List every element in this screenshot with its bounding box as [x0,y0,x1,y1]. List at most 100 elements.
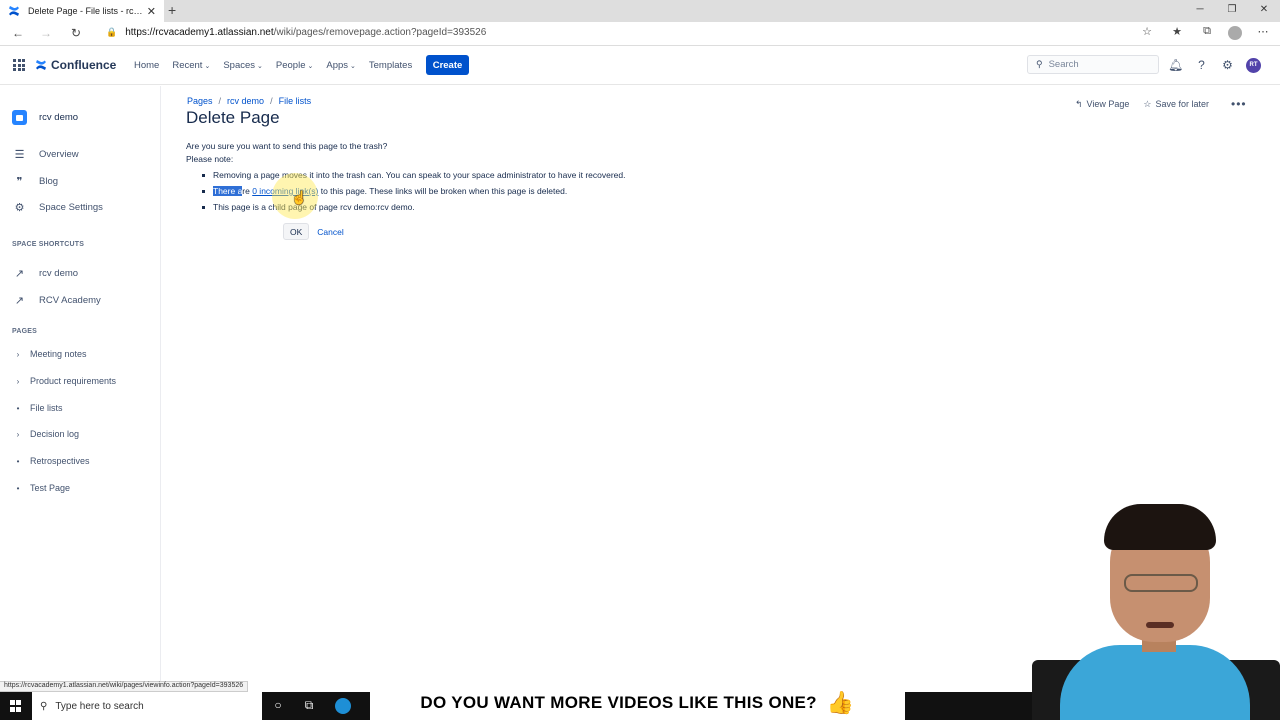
url-host: https://rcvacademy1.atlassian.net [125,27,274,38]
breadcrumb-parent[interactable]: File lists [279,96,312,106]
note-label: Please note: [186,154,234,164]
lock-icon: 🔒 [106,27,118,37]
cancel-link[interactable]: Cancel [317,227,343,237]
sidebar-item-blog[interactable]: ❞ Blog [12,175,58,188]
chevron-right-icon[interactable]: › [15,350,21,359]
windows-start-icon[interactable] [10,700,22,712]
create-button[interactable]: Create [426,55,469,75]
page-tree-item[interactable]: › Meeting notes [15,349,87,359]
user-avatar[interactable]: RT [1246,58,1261,73]
taskbar-search-input[interactable]: ⚲ Type here to search [32,692,262,720]
star-outline-icon: ☆ [1143,98,1152,109]
search-icon: ⚲ [40,700,48,712]
page-tree-item[interactable]: › Decision log [15,429,79,439]
page-tree-item[interactable]: • Retrospectives [15,456,90,466]
close-tab-icon[interactable]: ✕ [147,5,156,18]
product-name: Confluence [51,58,117,72]
app-switcher-icon[interactable] [13,59,25,71]
page-tree-item[interactable]: › Product requirements [15,376,116,386]
confluence-header: Confluence Home Recent ⌄ Spaces ⌄ People ⌄ … [0,47,1280,85]
nav-templates[interactable]: Templates [369,60,412,71]
chevron-right-icon[interactable]: › [15,377,21,386]
new-tab-icon[interactable]: + [168,2,176,18]
presenter-webcam [1030,500,1280,720]
search-input[interactable]: ⚲ Search [1027,55,1159,74]
forward-arrow-icon[interactable]: → [40,26,52,40]
nav-home[interactable]: Home [134,60,159,71]
more-options-icon[interactable]: ⋯ [1254,25,1272,40]
bullet-icon: • [16,483,20,493]
external-link-icon: ↗ [14,295,25,307]
browser-tab-bar: Delete Page - File lists - rcv dem ✕ + ─… [0,0,1280,22]
gear-icon: ⚙ [14,202,25,214]
space-sidebar: rcv demo ☰ Overview ❞ Blog ⚙ Space Setti… [0,86,161,692]
page-actions: ↰ View Page ☆ Save for later ••• [1075,97,1247,111]
confluence-favicon-icon [8,5,20,17]
page-tree-item[interactable]: • Test Page [15,483,70,493]
sidebar-item-overview[interactable]: ☰ Overview [12,148,79,161]
collections-icon[interactable]: ⧉ [1198,25,1216,40]
breadcrumb-pages[interactable]: Pages [187,96,213,106]
url-path: /wiki/pages/removepage.action?pageId=393… [273,27,487,38]
bullet-icon: • [16,403,20,413]
refresh-icon[interactable]: ↻ [71,26,81,40]
confluence-logo[interactable]: Confluence [35,58,116,72]
close-window-icon[interactable]: ✕ [1248,0,1280,22]
chevron-down-icon: ⌄ [307,63,314,70]
browser-toolbar-icons: ☆ ★ ⧉ ⋯ [1138,25,1272,40]
space-title[interactable]: rcv demo [12,110,78,125]
header-icons: 🔔︎ ? ⚙ RT [1168,58,1261,73]
menu-lines-icon: ☰ [14,149,25,161]
confirm-question: Are you sure you want to send this page … [186,141,388,151]
note-item-trash: Removing a page moves it into the trash … [186,169,625,182]
page-tree-item[interactable]: • File lists [15,403,63,413]
status-url-bar: https://rcvacademy1.atlassian.net/wiki/p… [0,681,249,692]
note-list: Removing a page moves it into the trash … [186,169,625,214]
url-field[interactable]: 🔒 https://rcvacademy1.atlassian.net/wiki… [106,27,486,38]
browser-tab-title: Delete Page - File lists - rcv dem [28,6,143,16]
settings-gear-icon[interactable]: ⚙ [1220,58,1235,73]
nav-people[interactable]: People ⌄ [276,60,313,71]
delete-confirmation: Are you sure you want to send this page … [186,140,625,214]
view-page-link[interactable]: ↰ View Page [1075,99,1129,110]
confluence-logo-icon [36,60,46,70]
nav-spaces[interactable]: Spaces ⌄ [223,60,263,71]
breadcrumb-space[interactable]: rcv demo [227,96,264,106]
ok-button[interactable]: OK [283,223,310,240]
search-icon: ⚲ [1036,59,1043,69]
quote-icon: ❞ [16,176,23,188]
nav-apps[interactable]: Apps ⌄ [326,60,356,71]
top-navigation: Home Recent ⌄ Spaces ⌄ People ⌄ Apps ⌄ Templ… [134,60,425,71]
space-icon [12,110,27,125]
nav-recent[interactable]: Recent ⌄ [172,60,210,71]
favorite-star-icon[interactable]: ☆ [1138,25,1156,40]
chevron-right-icon[interactable]: › [15,430,21,439]
cortana-icon[interactable]: ○ [270,698,286,712]
more-actions-icon[interactable]: ••• [1231,97,1247,111]
bullet-icon: • [16,456,20,466]
browser-tab[interactable]: Delete Page - File lists - rcv dem ✕ [0,0,164,22]
task-view-icon[interactable]: ⧉ [301,698,317,713]
space-shortcuts-heading: SPACE SHORTCUTS [12,241,85,248]
address-bar: ← → ↻ 🔒 https://rcvacademy1.atlassian.ne… [0,22,1280,46]
banner-text: DO YOU WANT MORE VIDEOS LIKE THIS ONE? [420,693,817,712]
edge-browser-icon[interactable] [335,698,351,714]
minimize-icon[interactable]: ─ [1184,0,1216,22]
save-for-later-link[interactable]: ☆ Save for later [1143,99,1209,110]
note-item-links: There are 0 incoming link(s) to this pag… [186,185,625,198]
help-icon[interactable]: ? [1194,58,1209,73]
back-arrow-icon[interactable]: ← [12,26,24,40]
sidebar-item-space-settings[interactable]: ⚙ Space Settings [12,201,103,214]
thumbs-up-icon: 👍 [826,690,855,715]
notifications-icon[interactable]: 🔔︎ [1168,58,1183,73]
profile-avatar-icon[interactable] [1228,26,1242,40]
return-arrow-icon: ↰ [1075,98,1083,109]
shortcut-rcv-demo[interactable]: ↗ rcv demo [12,267,78,280]
chevron-down-icon: ⌄ [257,63,263,70]
shortcut-rcv-academy[interactable]: ↗ RCV Academy [12,294,101,307]
confirm-buttons: OK Cancel [283,223,344,240]
video-promo-banner: DO YOU WANT MORE VIDEOS LIKE THIS ONE? 👍 [370,686,905,720]
restore-icon[interactable]: ❐ [1216,0,1248,22]
chevron-down-icon: ⌄ [204,63,211,70]
favorites-list-icon[interactable]: ★ [1168,25,1186,40]
